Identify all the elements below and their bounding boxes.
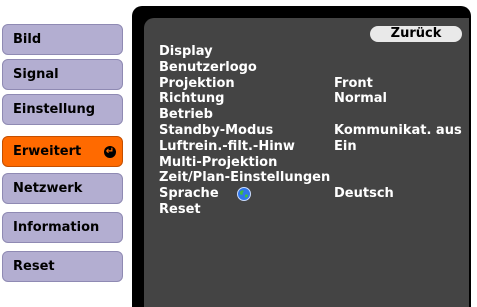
menu-item-display[interactable]: Display bbox=[154, 44, 471, 60]
sidebar-item-label: Information bbox=[13, 220, 100, 235]
globe-icon bbox=[237, 187, 251, 202]
menu-item-label: Projektion bbox=[159, 75, 235, 91]
back-button[interactable]: Zurück bbox=[370, 26, 462, 42]
menu-item-sprache[interactable]: Sprache Deutsch bbox=[154, 186, 471, 202]
sidebar-item-reset[interactable]: Reset bbox=[2, 251, 123, 282]
menu-item-luftreinigungsfilter-hinweis[interactable]: Luftrein.-filt.-Hinw Ein bbox=[154, 139, 471, 155]
menu-item-value: Ein bbox=[334, 138, 357, 154]
sidebar: Bild Signal Einstellung Erweitert ↵ Netz… bbox=[0, 0, 128, 307]
menu-item-zeit-plan-einstellungen[interactable]: Zeit/Plan-Einstellungen bbox=[154, 170, 471, 186]
menu-item-label: Betrieb bbox=[159, 107, 213, 123]
menu-item-reset[interactable]: Reset bbox=[154, 202, 471, 218]
sidebar-item-information[interactable]: Information bbox=[2, 212, 123, 243]
sidebar-item-bild[interactable]: Bild bbox=[2, 24, 123, 55]
menu-item-label: Zeit/Plan-Einstellungen bbox=[159, 170, 331, 186]
menu-item-value: Kommunikat. aus bbox=[334, 122, 462, 138]
enter-icon: ↵ bbox=[104, 146, 116, 158]
menu-item-betrieb[interactable]: Betrieb bbox=[154, 107, 471, 123]
sidebar-item-label: Netzwerk bbox=[13, 181, 83, 196]
menu-item-label: Reset bbox=[159, 201, 201, 217]
menu-item-label: Sprache bbox=[159, 186, 219, 202]
menu-item-projektion[interactable]: Projektion Front bbox=[154, 76, 471, 92]
sidebar-item-label: Signal bbox=[13, 67, 59, 82]
sidebar-item-signal[interactable]: Signal bbox=[2, 59, 123, 90]
menu-item-value: Normal bbox=[334, 91, 387, 107]
sidebar-item-einstellung[interactable]: Einstellung bbox=[2, 94, 123, 125]
menu-item-label: Luftrein.-filt.-Hinw bbox=[159, 138, 295, 154]
menu-item-label: Standby-Modus bbox=[159, 122, 274, 138]
sidebar-item-netzwerk[interactable]: Netzwerk bbox=[2, 173, 123, 204]
menu-item-value: Front bbox=[334, 75, 373, 91]
menu-item-multi-projektion[interactable]: Multi-Projektion bbox=[154, 155, 471, 171]
sidebar-item-label: Erweitert bbox=[13, 144, 82, 159]
sidebar-item-erweitert[interactable]: Erweitert ↵ bbox=[2, 136, 123, 167]
sidebar-item-label: Reset bbox=[13, 259, 55, 274]
menu-item-label: Multi-Projektion bbox=[159, 154, 278, 170]
menu-item-value: Deutsch bbox=[334, 186, 394, 202]
menu-item-standby-modus[interactable]: Standby-Modus Kommunikat. aus bbox=[154, 123, 471, 139]
sidebar-item-label: Bild bbox=[13, 32, 42, 47]
menu-item-label: Display bbox=[159, 44, 213, 59]
sidebar-item-label: Einstellung bbox=[13, 102, 96, 117]
menu-item-label: Benutzerlogo bbox=[159, 59, 257, 75]
menu-item-benutzerlogo[interactable]: Benutzerlogo bbox=[154, 60, 471, 76]
menu-item-richtung[interactable]: Richtung Normal bbox=[154, 91, 471, 107]
menu-item-label: Richtung bbox=[159, 91, 225, 107]
submenu-list: Display Benutzerlogo Projektion Front Ri… bbox=[154, 44, 471, 218]
